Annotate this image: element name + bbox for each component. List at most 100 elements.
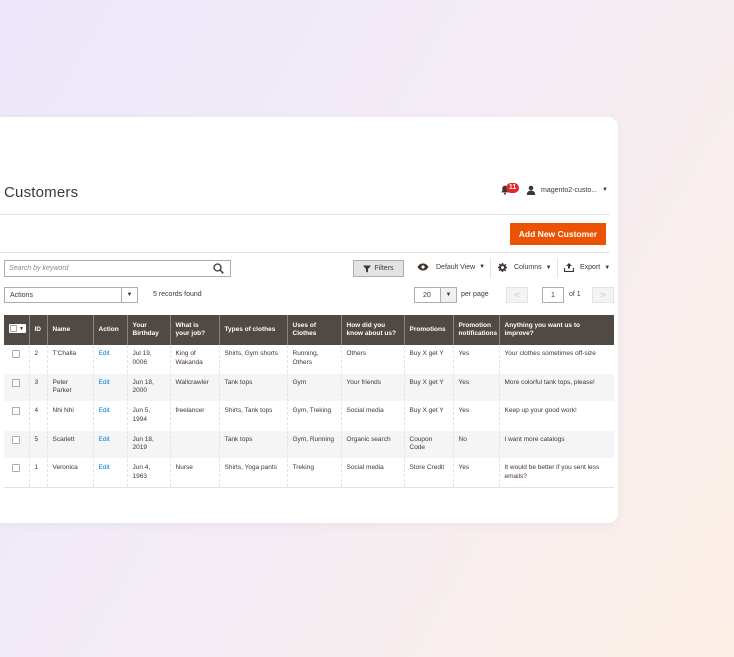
cell-action: Edit [92, 401, 127, 431]
cell-job: Nurse [169, 458, 219, 488]
account-menu[interactable]: magento2-custo... ▼ [526, 185, 608, 195]
cell-uses: Running, Others [286, 345, 341, 374]
per-page-label: per page [461, 291, 489, 298]
chevron-right-icon: > [600, 290, 606, 300]
filters-button[interactable]: Filters [353, 260, 404, 277]
cell-promotions: Buy X get Y [403, 345, 453, 374]
search-icon[interactable] [213, 263, 224, 274]
mass-select-checkbox[interactable]: ▼ [9, 324, 26, 334]
row-checkbox[interactable] [12, 435, 20, 444]
row-checkbox-cell[interactable] [4, 458, 29, 488]
export-dropdown[interactable]: Export ▼ [564, 263, 610, 272]
cell-birthday: Jun 5, 1994 [126, 401, 170, 431]
cell-improve: More colorful tank tops, please! [498, 373, 614, 403]
prev-page-button[interactable]: < [506, 287, 528, 303]
row-checkbox[interactable] [12, 350, 20, 358]
records-found-count: 5 records found [153, 291, 202, 298]
cell-notifications: Yes [452, 345, 499, 374]
chevron-down-icon: ▼ [545, 264, 552, 271]
columns-dropdown[interactable]: Columns ▼ [498, 263, 552, 272]
per-page-value: 20 [423, 291, 431, 299]
notifications-count-badge: 11 [506, 183, 520, 193]
column-header-how-did-you-know[interactable]: How did you know about us? [340, 315, 404, 345]
column-header-promotion-notifications[interactable]: Promotion notifications [452, 315, 499, 345]
column-header-job[interactable]: What is your job? [169, 315, 219, 345]
cell-improve: Keep up your good work! [498, 401, 614, 431]
cell-id: 4 [28, 401, 47, 431]
cell-types: Tank tops [218, 373, 287, 403]
cell-notifications: Yes [452, 401, 499, 431]
edit-link[interactable]: Edit [99, 436, 110, 443]
cell-source: Your friends [340, 373, 404, 403]
row-checkbox[interactable] [12, 464, 20, 473]
actions-select[interactable]: Actions ▼ [4, 287, 138, 303]
table-row: 1 Veronica Edit Jun 4, 1963 Nurse Shirts… [4, 458, 614, 488]
cell-improve: Your clothes sometimes off-size [498, 345, 614, 374]
table-row: 3 Peter Parker Edit Jun 18, 2000 Wallcra… [4, 373, 614, 403]
default-view-dropdown[interactable]: Default View ▼ [417, 263, 485, 271]
current-page-input[interactable]: 1 [542, 287, 564, 303]
cell-notifications: No [452, 430, 499, 460]
chevron-down-icon[interactable]: ▼ [121, 288, 137, 302]
cell-source: Organic search [340, 430, 404, 460]
customers-grid: ▼ ID Name Action Your Birthday What is y… [4, 315, 614, 488]
row-checkbox-cell[interactable] [4, 345, 29, 374]
column-header-types-of-clothes[interactable]: Types of clothes [218, 315, 287, 345]
cell-types: Shirts, Gym shorts [218, 345, 287, 374]
next-page-button[interactable]: > [592, 287, 614, 303]
cell-improve: It would be better if you sent less emai… [498, 458, 614, 488]
per-page-select[interactable]: 20 ▼ [414, 287, 457, 303]
chevron-down-icon[interactable]: ▼ [440, 288, 456, 302]
cell-source: Social media [340, 401, 404, 431]
cell-name: Nhi Nhi [46, 401, 93, 431]
column-header-name[interactable]: Name [46, 315, 93, 345]
row-checkbox[interactable] [12, 407, 20, 416]
actions-label: Actions [10, 291, 33, 299]
row-checkbox[interactable] [12, 378, 20, 387]
search-input[interactable]: Search by keyword [4, 260, 231, 277]
cell-promotions: Coupon Code [403, 430, 453, 460]
columns-label: Columns [514, 264, 542, 271]
cell-action: Edit [92, 430, 127, 460]
column-header-birthday[interactable]: Your Birthday [126, 315, 170, 345]
cell-name: Veronica [46, 458, 93, 488]
mass-select-header[interactable]: ▼ [4, 315, 29, 345]
cell-id: 2 [28, 345, 47, 374]
toolbar-separator [490, 258, 491, 278]
column-header-id[interactable]: ID [28, 315, 47, 345]
edit-link[interactable]: Edit [99, 464, 110, 471]
edit-link[interactable]: Edit [99, 407, 110, 414]
edit-link[interactable]: Edit [99, 379, 110, 386]
cell-uses: Gym [286, 373, 341, 403]
column-header-promotions[interactable]: Promotions [403, 315, 453, 345]
page-total: of 1 [569, 291, 581, 298]
export-icon [564, 263, 574, 272]
gear-icon [498, 263, 507, 272]
row-checkbox-cell[interactable] [4, 401, 29, 431]
edit-link[interactable]: Edit [99, 350, 110, 357]
notifications-button[interactable]: 11 [500, 183, 520, 197]
cell-promotions: Buy X get Y [403, 373, 453, 403]
add-new-customer-button[interactable]: Add New Customer [510, 223, 606, 245]
cell-birthday: Jul 19, 0006 [126, 345, 170, 374]
header-divider [0, 214, 610, 215]
cell-job [169, 430, 219, 460]
toolbar-separator [557, 258, 558, 278]
column-header-action: Action [92, 315, 127, 345]
customers-panel: Customers 11 magento2-custo... ▼ Add New… [0, 117, 618, 523]
column-header-uses-of-clothes[interactable]: Uses of Clothes [286, 315, 341, 345]
row-checkbox-cell[interactable] [4, 373, 29, 403]
user-icon [526, 185, 536, 195]
cell-promotions: Store Credit [403, 458, 453, 488]
cell-notifications: Yes [452, 373, 499, 403]
filters-label: Filters [374, 265, 394, 272]
cell-id: 5 [28, 430, 47, 460]
page-title: Customers [4, 184, 79, 201]
cell-id: 3 [28, 373, 47, 403]
cell-types: Shirts, Yoga pants [218, 458, 287, 488]
cell-job: King of Wakanda [169, 345, 219, 374]
account-username: magento2-custo... [541, 186, 598, 194]
column-header-improve[interactable]: Anything you want us to improve? [498, 315, 614, 345]
cell-source: Others [340, 345, 404, 374]
row-checkbox-cell[interactable] [4, 430, 29, 460]
